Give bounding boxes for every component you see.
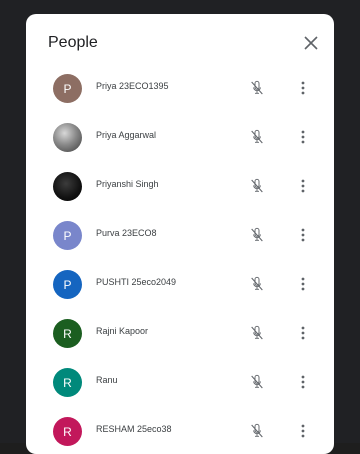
participant-row[interactable]: Priyanshi Singh — [26, 170, 334, 219]
mic-off-icon — [251, 129, 263, 144]
more-options-button[interactable] — [296, 225, 310, 245]
avatar-initial: P — [63, 277, 72, 292]
participant-name: Priya Aggarwal — [96, 130, 157, 140]
participant-row[interactable]: Priya Aggarwal — [26, 121, 334, 170]
panel-header: People — [26, 14, 334, 72]
avatar: R — [53, 368, 82, 397]
mic-off-icon — [251, 178, 263, 193]
participant-name: Ranu — [96, 375, 118, 385]
avatar: P — [53, 270, 82, 299]
participant-row[interactable]: R RESHAM 25eco38 — [26, 415, 334, 454]
mic-off-icon — [251, 374, 263, 389]
avatar-initial: R — [63, 326, 72, 341]
more-vert-icon — [301, 277, 305, 291]
avatar-initial: R — [63, 375, 72, 390]
participant-row[interactable]: P PUSHTI 25eco2049 — [26, 268, 334, 317]
avatar-initial: P — [63, 81, 72, 96]
mic-off-icon — [251, 325, 263, 340]
more-options-button[interactable] — [296, 78, 310, 98]
avatar: P — [53, 74, 82, 103]
more-vert-icon — [301, 375, 305, 389]
mic-off-icon — [251, 276, 263, 291]
more-options-button[interactable] — [296, 323, 310, 343]
avatar: R — [53, 319, 82, 348]
avatar — [53, 172, 82, 201]
more-vert-icon — [301, 424, 305, 438]
more-options-button[interactable] — [296, 176, 310, 196]
participant-row[interactable]: R Ranu — [26, 366, 334, 415]
more-options-button[interactable] — [296, 274, 310, 294]
participant-list: P Priya 23ECO1395 Priya Aggarwal Priyans… — [26, 72, 334, 454]
more-options-button[interactable] — [296, 127, 310, 147]
mic-off-icon — [251, 423, 263, 438]
more-vert-icon — [301, 179, 305, 193]
avatar-initial: R — [63, 424, 72, 439]
close-button[interactable] — [298, 30, 324, 56]
participant-name: RESHAM 25eco38 — [96, 424, 172, 434]
participant-row[interactable]: P Purva 23ECO8 — [26, 219, 334, 268]
app-background: People P Priya 23ECO1395 Priya Aggarwal — [0, 0, 360, 454]
participant-name: Priya 23ECO1395 — [96, 81, 169, 91]
avatar — [53, 123, 82, 152]
more-options-button[interactable] — [296, 421, 310, 441]
participant-name: Rajni Kapoor — [96, 326, 149, 336]
mic-off-icon — [251, 80, 263, 95]
more-options-button[interactable] — [296, 372, 310, 392]
participant-row[interactable]: R Rajni Kapoor — [26, 317, 334, 366]
mic-off-icon — [251, 227, 263, 242]
avatar-initial: P — [63, 228, 72, 243]
avatar: P — [53, 221, 82, 250]
more-vert-icon — [301, 326, 305, 340]
panel-title: People — [48, 34, 98, 51]
participant-name: Priyanshi Singh — [96, 179, 159, 189]
more-vert-icon — [301, 228, 305, 242]
close-icon — [304, 36, 318, 50]
participant-row[interactable]: P Priya 23ECO1395 — [26, 72, 334, 121]
people-panel: People P Priya 23ECO1395 Priya Aggarwal — [26, 14, 334, 454]
avatar: R — [53, 417, 82, 446]
participant-name: PUSHTI 25eco2049 — [96, 277, 177, 287]
more-vert-icon — [301, 81, 305, 95]
participant-name: Purva 23ECO8 — [96, 228, 157, 238]
more-vert-icon — [301, 130, 305, 144]
